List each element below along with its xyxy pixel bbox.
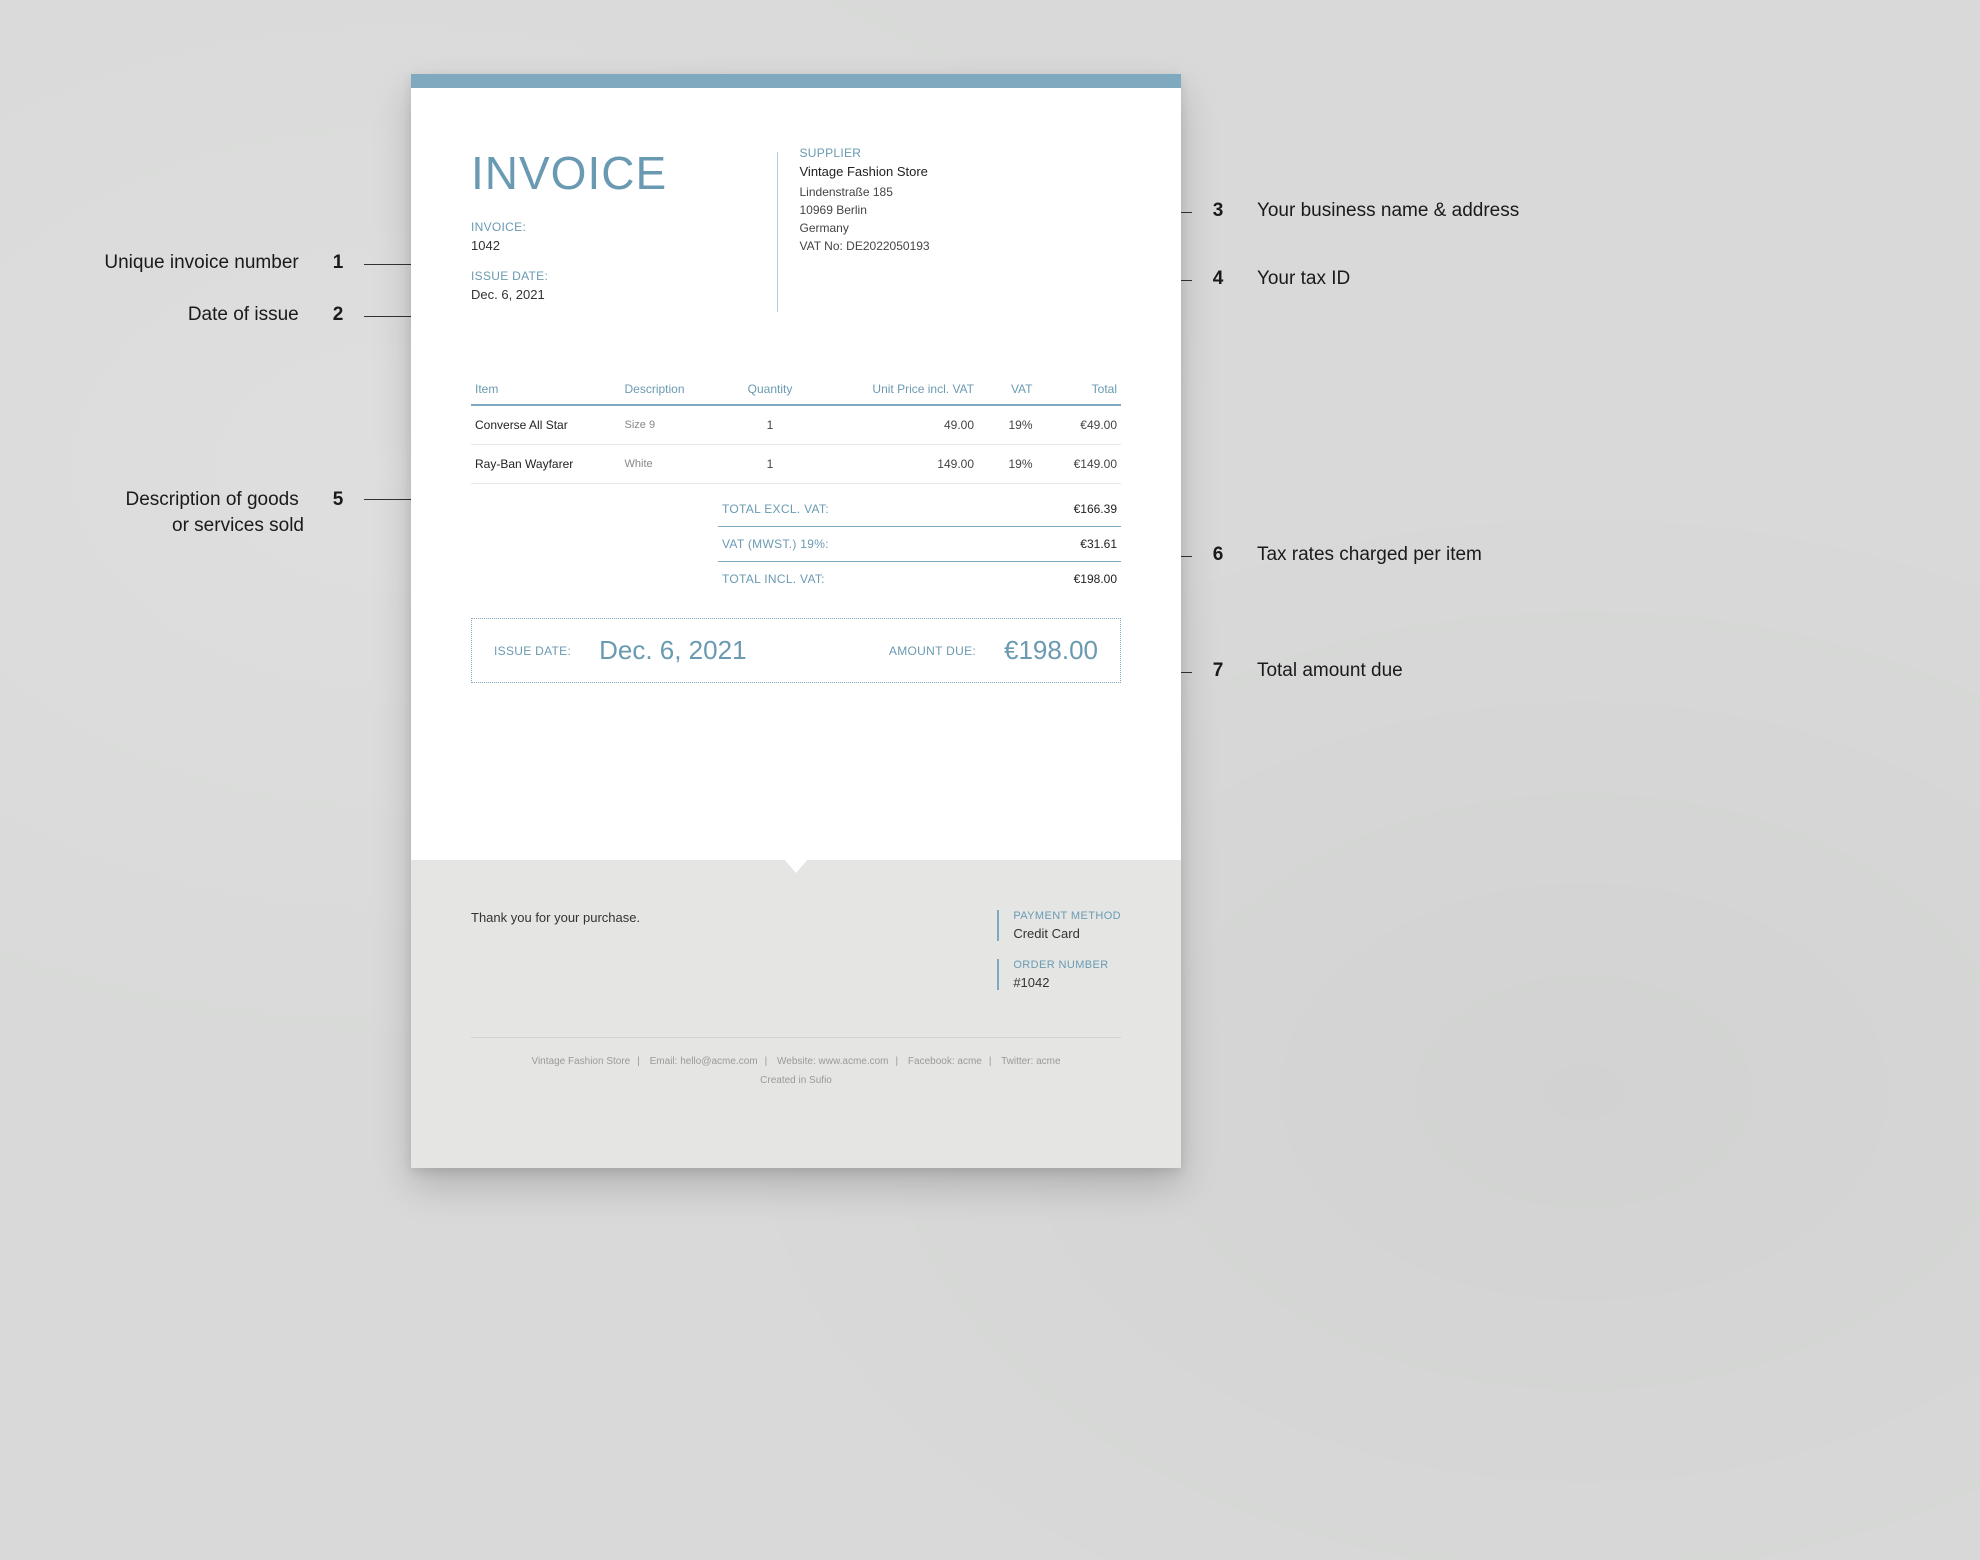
cell-item: Converse All Star <box>471 405 621 445</box>
cell-total: €149.00 <box>1037 445 1122 484</box>
col-vat: VAT <box>978 374 1037 405</box>
cell-qty: 1 <box>731 405 809 445</box>
cell-desc: White <box>621 445 732 484</box>
table-header-row: Item Description Quantity Unit Price inc… <box>471 374 1121 405</box>
issue-date-value: Dec. 6, 2021 <box>471 287 777 302</box>
annotation-2-num: 2 <box>326 304 350 326</box>
table-row: Converse All Star Size 9 1 49.00 19% €49… <box>471 405 1121 445</box>
annotation-6: 6 Tax rates charged per item <box>1206 544 1482 566</box>
total-excl-value: €166.39 <box>1074 502 1117 516</box>
footer-web: Website: www.acme.com <box>777 1056 889 1067</box>
supplier-country: Germany <box>800 219 930 237</box>
footer-tw: Twitter: acme <box>1001 1056 1060 1067</box>
annotation-4-text: Your tax ID <box>1257 268 1350 289</box>
amount-due-box: ISSUE DATE: Dec. 6, 2021 AMOUNT DUE: €19… <box>471 618 1121 683</box>
due-amount-value: €198.00 <box>1004 635 1098 666</box>
cell-desc: Size 9 <box>621 405 732 445</box>
due-amount-label: AMOUNT DUE: <box>889 644 976 658</box>
total-vat-value: €31.61 <box>1080 537 1117 551</box>
total-excl-row: TOTAL EXCL. VAT: €166.39 <box>718 492 1121 527</box>
supplier-name: Vintage Fashion Store <box>800 164 930 179</box>
supplier-street: Lindenstraße 185 <box>800 183 930 201</box>
thank-you-text: Thank you for your purchase. <box>471 910 997 1008</box>
total-vat-row: VAT (MWST.) 19%: €31.61 <box>718 527 1121 562</box>
payment-method-group: PAYMENT METHOD Credit Card <box>997 910 1121 941</box>
footer-credits: Vintage Fashion Store| Email: hello@acme… <box>471 1037 1121 1090</box>
col-total: Total <box>1037 374 1122 405</box>
footer-credit: Created in Sufio <box>760 1075 832 1086</box>
footer-inner: Thank you for your purchase. PAYMENT MET… <box>411 860 1181 1008</box>
invoice-body: INVOICE INVOICE: 1042 ISSUE DATE: Dec. 6… <box>411 88 1181 683</box>
order-number-value: #1042 <box>1013 975 1121 990</box>
invoice-title: INVOICE <box>471 146 777 200</box>
col-item: Item <box>471 374 621 405</box>
issue-date-label: ISSUE DATE: <box>471 269 777 283</box>
annotation-2-text: Date of issue <box>188 304 299 325</box>
annotation-5-num: 5 <box>326 487 350 513</box>
invoice-number-block: INVOICE: 1042 <box>471 220 777 253</box>
cell-unit: 49.00 <box>809 405 978 445</box>
annotation-3: 3 Your business name & address <box>1206 200 1519 222</box>
cell-vat: 19% <box>978 405 1037 445</box>
table-row: Ray-Ban Wayfarer White 1 149.00 19% €149… <box>471 445 1121 484</box>
payment-method-value: Credit Card <box>1013 926 1121 941</box>
totals-block: TOTAL EXCL. VAT: €166.39 VAT (MWST.) 19%… <box>718 492 1121 596</box>
payment-method-label: PAYMENT METHOD <box>1013 910 1121 922</box>
annotation-1: Unique invoice number 1 <box>0 252 350 274</box>
line-items-table: Item Description Quantity Unit Price inc… <box>471 374 1121 484</box>
col-unit: Unit Price incl. VAT <box>809 374 978 405</box>
due-issue-label: ISSUE DATE: <box>494 644 571 658</box>
supplier-city: 10969 Berlin <box>800 201 930 219</box>
annotation-4: 4 Your tax ID <box>1206 268 1350 290</box>
annotation-6-text: Tax rates charged per item <box>1257 544 1482 565</box>
col-desc: Description <box>621 374 732 405</box>
annotation-4-num: 4 <box>1206 268 1230 290</box>
cell-item: Ray-Ban Wayfarer <box>471 445 621 484</box>
annotation-7: 7 Total amount due <box>1206 660 1403 682</box>
total-vat-label: VAT (MWST.) 19%: <box>722 537 829 551</box>
footer-notch <box>784 859 808 873</box>
total-incl-label: TOTAL INCL. VAT: <box>722 572 825 586</box>
footer-email: Email: hello@acme.com <box>650 1056 758 1067</box>
annotation-7-num: 7 <box>1206 660 1230 682</box>
invoice-footer: Thank you for your purchase. PAYMENT MET… <box>411 860 1181 1168</box>
total-excl-label: TOTAL EXCL. VAT: <box>722 502 829 516</box>
annotation-5-text: Description of goods <box>126 489 299 510</box>
annotation-6-num: 6 <box>1206 544 1230 566</box>
total-incl-value: €198.00 <box>1074 572 1117 586</box>
cell-unit: 149.00 <box>809 445 978 484</box>
header-divider <box>777 152 778 312</box>
invoice-number-value: 1042 <box>471 238 777 253</box>
annotation-3-num: 3 <box>1206 200 1230 222</box>
canvas: Unique invoice number 1 Date of issue 2 … <box>0 0 1980 1560</box>
cell-total: €49.00 <box>1037 405 1122 445</box>
col-qty: Quantity <box>731 374 809 405</box>
supplier-block: SUPPLIER Vintage Fashion Store Lindenstr… <box>800 146 930 318</box>
supplier-vat: VAT No: DE2022050193 <box>800 237 930 255</box>
total-incl-row: TOTAL INCL. VAT: €198.00 <box>718 562 1121 596</box>
payment-block: PAYMENT METHOD Credit Card ORDER NUMBER … <box>997 910 1121 1008</box>
annotation-1-num: 1 <box>326 252 350 274</box>
invoice-header: INVOICE INVOICE: 1042 ISSUE DATE: Dec. 6… <box>471 146 1121 318</box>
annotation-3-text: Your business name & address <box>1257 200 1519 221</box>
footer-store: Vintage Fashion Store <box>531 1056 630 1067</box>
order-number-group: ORDER NUMBER #1042 <box>997 959 1121 990</box>
supplier-label: SUPPLIER <box>800 146 930 160</box>
annotation-2: Date of issue 2 <box>0 304 350 326</box>
annotation-1-text: Unique invoice number <box>104 252 298 273</box>
issue-date-block: ISSUE DATE: Dec. 6, 2021 <box>471 269 777 302</box>
footer-fb: Facebook: acme <box>908 1056 982 1067</box>
cell-vat: 19% <box>978 445 1037 484</box>
annotation-7-text: Total amount due <box>1257 660 1403 681</box>
annotation-5: Description of goods 5 or services sold <box>0 487 350 538</box>
top-accent-bar <box>411 74 1181 88</box>
invoice-sheet: INVOICE INVOICE: 1042 ISSUE DATE: Dec. 6… <box>411 74 1181 1168</box>
invoice-number-label: INVOICE: <box>471 220 777 234</box>
cell-qty: 1 <box>731 445 809 484</box>
due-issue-date: Dec. 6, 2021 <box>599 635 746 666</box>
annotation-5-text2: or services sold <box>172 513 350 539</box>
header-left: INVOICE INVOICE: 1042 ISSUE DATE: Dec. 6… <box>471 146 777 318</box>
order-number-label: ORDER NUMBER <box>1013 959 1121 971</box>
